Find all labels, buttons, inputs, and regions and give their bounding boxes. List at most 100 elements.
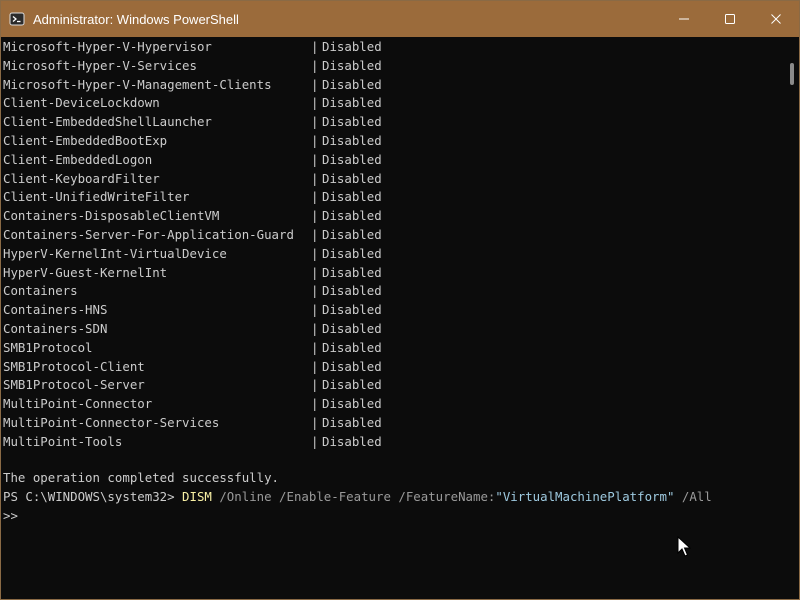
feature-name: MultiPoint-Connector: [3, 396, 153, 412]
feature-row: SMB1Protocol-Server | Disabled: [1, 375, 787, 394]
feature-row: Client-UnifiedWriteFilter | Disabled: [1, 187, 787, 206]
column-separator: |: [311, 396, 319, 412]
feature-name: Client-DeviceLockdown: [3, 95, 160, 111]
title-bar[interactable]: Administrator: Windows PowerShell: [1, 1, 799, 37]
feature-name: Microsoft-Hyper-V-Management-Clients: [3, 76, 272, 92]
column-separator: |: [311, 415, 319, 430]
column-separator: |: [311, 227, 319, 242]
column-separator: |: [311, 283, 319, 299]
feature-name: Client-UnifiedWriteFilter: [3, 189, 190, 205]
feature-name: Containers-Server-For-Application-Guard: [3, 227, 294, 242]
feature-state: Disabled: [322, 95, 382, 111]
feature-state: Disabled: [322, 377, 382, 393]
column-separator: |: [311, 377, 319, 393]
column-separator: |: [311, 170, 319, 186]
feature-row: MultiPoint-Connector | Disabled: [1, 394, 787, 413]
column-separator: |: [311, 151, 319, 167]
feature-name: Containers-SDN: [3, 321, 108, 336]
close-button[interactable]: [753, 1, 799, 37]
feature-state: Disabled: [322, 283, 382, 299]
vertical-scrollbar[interactable]: [785, 37, 799, 599]
success-message: The operation completed successfully.: [3, 470, 280, 485]
command-args-all: /All: [674, 489, 712, 504]
feature-row: Client-EmbeddedLogon | Disabled: [1, 150, 787, 169]
command-args: /Online /Enable-Feature /FeatureName:: [211, 489, 496, 504]
feature-row: MultiPoint-Tools | Disabled: [1, 432, 787, 451]
maximize-icon: [725, 14, 735, 24]
feature-row: Client-EmbeddedShellLauncher | Disabled: [1, 112, 787, 131]
column-separator: |: [311, 76, 319, 92]
powershell-icon: [9, 11, 25, 27]
terminal-output[interactable]: Microsoft-Hyper-V-Hypervisor | Disabled Mic…: [1, 37, 787, 599]
feature-name: Client-EmbeddedShellLauncher: [3, 114, 212, 130]
feature-name: MultiPoint-Tools: [3, 433, 123, 449]
feature-row: Client-EmbeddedBootExp | Disabled: [1, 131, 787, 150]
feature-state: Disabled: [322, 170, 382, 186]
feature-row: Microsoft-Hyper-V-Management-Clients | Dis…: [1, 75, 787, 94]
feature-state: Disabled: [322, 321, 382, 336]
feature-name: MultiPoint-Connector-Services: [3, 415, 220, 430]
feature-row: HyperV-KernelInt-VirtualDevice | Disabled: [1, 244, 787, 263]
feature-name: Client-EmbeddedBootExp: [3, 133, 168, 148]
feature-state: Disabled: [322, 189, 382, 205]
feature-row: MultiPoint-Connector-Services | Disabled: [1, 413, 787, 432]
column-separator: |: [311, 189, 319, 205]
feature-name: SMB1Protocol-Server: [3, 377, 145, 393]
feature-state: Disabled: [322, 133, 382, 148]
column-separator: |: [311, 57, 319, 73]
column-separator: |: [311, 245, 319, 261]
column-separator: |: [311, 433, 319, 449]
feature-row: Microsoft-Hyper-V-Services | Disabled: [1, 56, 787, 75]
minimize-button[interactable]: [661, 1, 707, 37]
feature-name-arg: "VirtualMachinePlatform": [495, 489, 675, 504]
feature-state: Disabled: [322, 39, 382, 54]
mouse-pointer-icon: [677, 535, 692, 563]
feature-state: Disabled: [322, 302, 382, 318]
command-name: DISM: [182, 489, 212, 504]
feature-name: Containers: [3, 283, 78, 299]
feature-state: Disabled: [322, 264, 382, 280]
feature-name: Client-KeyboardFilter: [3, 170, 160, 186]
column-separator: |: [311, 264, 319, 280]
feature-row: Containers-SDN | Disabled: [1, 319, 787, 338]
feature-name: Client-EmbeddedLogon: [3, 151, 153, 167]
feature-row: Containers-Server-For-Application-Guard |…: [1, 225, 787, 244]
feature-row: Client-DeviceLockdown | Disabled: [1, 93, 787, 112]
feature-row: Client-KeyboardFilter | Disabled: [1, 169, 787, 188]
column-separator: |: [311, 133, 319, 148]
feature-name: HyperV-KernelInt-VirtualDevice: [3, 245, 227, 261]
feature-name: Microsoft-Hyper-V-Hypervisor: [3, 39, 212, 54]
feature-state: Disabled: [322, 396, 382, 412]
column-separator: |: [311, 95, 319, 111]
feature-state: Disabled: [322, 245, 382, 261]
feature-state: Disabled: [322, 151, 382, 167]
feature-row: Containers-HNS | Disabled: [1, 300, 787, 319]
feature-state: Disabled: [322, 57, 382, 73]
powershell-window: Administrator: Windows PowerShell Micros…: [0, 0, 800, 600]
feature-name: SMB1Protocol-Client: [3, 358, 145, 374]
feature-state: Disabled: [322, 339, 382, 355]
window-title: Administrator: Windows PowerShell: [33, 11, 239, 27]
feature-row: SMB1Protocol-Client | Disabled: [1, 357, 787, 376]
column-separator: |: [311, 114, 319, 130]
caption-buttons: [661, 1, 799, 37]
command-line[interactable]: PS C:\WINDOWS\system32> DISM /Online /En…: [3, 487, 712, 506]
minimize-icon: [679, 18, 689, 20]
feature-row: Microsoft-Hyper-V-Hypervisor | Disabled: [1, 37, 787, 56]
feature-state: Disabled: [322, 433, 382, 449]
column-separator: |: [311, 358, 319, 374]
maximize-button[interactable]: [707, 1, 753, 37]
feature-state: Disabled: [322, 208, 382, 224]
scrollbar-thumb[interactable]: [790, 63, 794, 85]
feature-row: Containers | Disabled: [1, 281, 787, 300]
feature-name: Microsoft-Hyper-V-Services: [3, 57, 197, 73]
feature-state: Disabled: [322, 358, 382, 374]
continuation-prompt[interactable]: >>: [3, 506, 18, 525]
feature-row: SMB1Protocol | Disabled: [1, 338, 787, 357]
close-icon: [771, 14, 781, 24]
feature-name: Containers-HNS: [3, 302, 108, 318]
feature-state: Disabled: [322, 415, 382, 430]
feature-name: Containers-DisposableClientVM: [3, 208, 220, 224]
column-separator: |: [311, 302, 319, 318]
feature-state: Disabled: [322, 227, 382, 242]
